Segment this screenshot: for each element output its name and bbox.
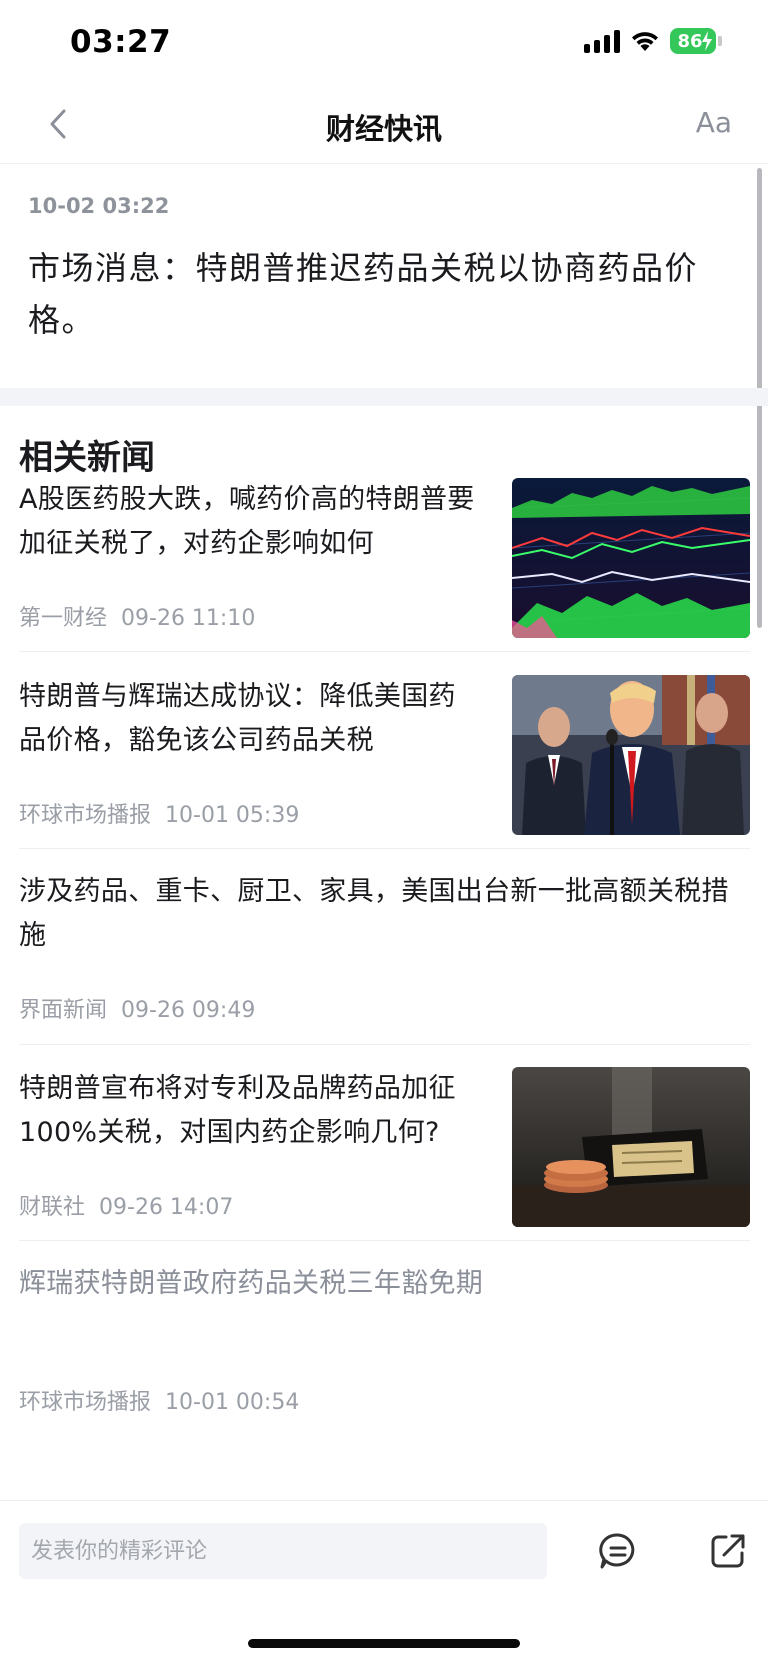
news-source: 第一财经 — [19, 606, 108, 631]
news-meta: 环球市场播报 10-01 05:39 — [19, 797, 299, 829]
font-size-button[interactable]: Aa — [696, 106, 732, 139]
news-divider — [19, 1044, 750, 1045]
news-title: 辉瑞获特朗普政府药品关税三年豁免期 — [19, 1268, 484, 1299]
news-meta: 财联社 09-26 14:07 — [19, 1189, 233, 1221]
news-title: 特朗普与辉瑞达成协议：降低美国药品价格，豁免该公司药品关税 — [19, 681, 456, 756]
news-meta: 第一财经 09-26 11:10 — [19, 600, 255, 632]
news-item[interactable]: 涉及药品、重卡、厨卫、家具，美国出台新一批高额关税措施 界面新闻 09-26 09… — [19, 870, 750, 1062]
home-indicator[interactable] — [248, 1639, 520, 1648]
news-title: A股医药股大跌，喊药价高的特朗普要加征关税了，对药企影响如何 — [19, 484, 475, 559]
stock-chart-image — [512, 478, 750, 638]
news-item[interactable]: 辉瑞获特朗普政府药品关税三年豁免期 环球市场播报 10-01 00:54 — [19, 1262, 750, 1422]
comment-input[interactable] — [19, 1523, 547, 1579]
flash-article: 10-02 03:22 市场消息：特朗普推迟药品关税以协商药品价格。 — [0, 164, 768, 388]
cellular-signal-icon — [584, 29, 620, 53]
news-item[interactable]: 特朗普与辉瑞达成协议：降低美国药品价格，豁免该公司药品关税 环球市场播报 10-0… — [19, 675, 750, 867]
related-news-heading: 相关新闻 — [19, 438, 155, 478]
news-title: 涉及药品、重卡、厨卫、家具，美国出台新一批高额关税措施 — [19, 876, 729, 951]
news-item[interactable]: A股医药股大跌，喊药价高的特朗普要加征关税了，对药企影响如何 第一财经 09-26… — [19, 478, 750, 670]
status-time: 03:27 — [70, 24, 172, 60]
news-item[interactable]: 特朗普宣布将对专利及品牌药品加征100%关税，对国内药企影响几何? 财联社 09-… — [19, 1067, 750, 1259]
wallet-coins-image — [512, 1067, 750, 1227]
article-timestamp: 10-02 03:22 — [28, 194, 170, 218]
news-source: 环球市场播报 — [19, 803, 152, 828]
news-divider — [19, 848, 750, 849]
news-source: 环球市场播报 — [19, 1390, 152, 1415]
page-title: 财经快讯 — [325, 112, 442, 146]
comment-button[interactable] — [596, 1529, 640, 1573]
section-separator — [0, 388, 768, 406]
news-meta: 环球市场播报 10-01 00:54 — [19, 1384, 299, 1416]
news-time: 10-01 05:39 — [165, 803, 300, 828]
status-bar: 03:27 86 — [0, 0, 768, 88]
news-divider — [19, 651, 750, 652]
share-icon — [711, 1534, 745, 1568]
news-thumbnail — [512, 478, 750, 638]
news-time: 09-26 14:07 — [99, 1195, 234, 1220]
press-conference-image — [512, 675, 750, 835]
news-source: 界面新闻 — [19, 998, 108, 1023]
battery-icon: 86 — [670, 28, 722, 54]
news-divider — [19, 1240, 750, 1241]
comment-bar — [0, 1500, 768, 1662]
news-title: 特朗普宣布将对专利及品牌药品加征100%关税，对国内药企影响几何? — [19, 1073, 456, 1148]
news-time: 09-26 09:49 — [121, 998, 256, 1023]
wifi-icon — [632, 32, 658, 51]
share-button[interactable] — [706, 1529, 750, 1573]
news-meta: 界面新闻 09-26 09:49 — [19, 992, 255, 1024]
news-thumbnail — [512, 1067, 750, 1227]
nav-bar: 财经快讯 Aa — [0, 88, 768, 164]
battery-level: 86 — [677, 30, 703, 52]
news-source: 财联社 — [19, 1195, 86, 1220]
screen: 03:27 86 财经快讯 Aa 10-02 03:22 市场消息：特朗普推迟药… — [0, 0, 768, 1662]
news-thumbnail — [512, 675, 750, 835]
article-body: 市场消息：特朗普推迟药品关税以协商药品价格。 — [28, 249, 699, 339]
comment-icon — [599, 1533, 635, 1569]
status-icons: 86 — [584, 28, 722, 54]
news-time: 10-01 00:54 — [165, 1390, 300, 1415]
news-time: 09-26 11:10 — [121, 606, 256, 631]
